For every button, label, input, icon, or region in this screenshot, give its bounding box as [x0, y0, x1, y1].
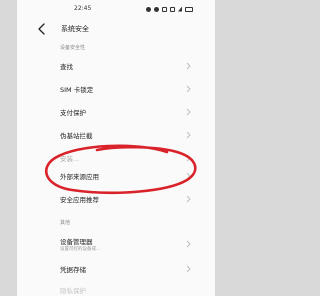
- row-safe-app-recommend-title: 安全应用推荐: [60, 196, 99, 204]
- page-title: 系统安全: [61, 25, 89, 33]
- row-sim-lock[interactable]: SIM 卡锁定: [17, 77, 215, 101]
- row-device-manager[interactable]: 设备管理器 设置可控的设备或...: [17, 231, 215, 257]
- back-arrow-icon[interactable]: [37, 23, 47, 35]
- row-device-manager-subtitle: 设置可控的设备或...: [60, 247, 101, 252]
- status-icons: [146, 6, 193, 12]
- settings-screen: 22:45 系统安全 设备安全性 查找 SIM 卡锁定 支付保护 伪基站拦截 安…: [17, 0, 215, 296]
- notification-icon: [146, 6, 151, 12]
- row-fake-base-station-title: 伪基站拦截: [60, 132, 93, 140]
- chevron-right-icon: [186, 154, 191, 162]
- section-label-device: 设备安全性: [60, 45, 86, 51]
- row-credential-storage[interactable]: 凭据存储: [17, 257, 215, 281]
- chevron-right-icon: [186, 85, 191, 93]
- row-find-title: 查找: [60, 63, 73, 71]
- row-safe-app-recommend[interactable]: 安全应用推荐: [17, 187, 215, 211]
- chevron-right-icon: [186, 240, 191, 248]
- section-label-other: 其他: [60, 220, 71, 226]
- row-external-source-apps-title: 外部来源应用: [60, 173, 99, 181]
- status-time: 22:45: [74, 5, 92, 12]
- chevron-right-icon: [186, 131, 191, 139]
- row-install-title: 安装...: [60, 155, 80, 163]
- page-header: 系统安全: [17, 20, 215, 38]
- row-payment-protection[interactable]: 支付保护: [17, 100, 215, 124]
- wifi-icon: [170, 6, 175, 12]
- row-device-manager-title: 设备管理器: [60, 238, 93, 246]
- row-external-source-apps[interactable]: 外部来源应用: [17, 164, 215, 188]
- chevron-right-icon: [186, 195, 191, 203]
- battery-icon: [185, 6, 193, 12]
- chevron-right-icon: [186, 108, 191, 116]
- row-find[interactable]: 查找: [17, 54, 215, 78]
- row-fake-base-station[interactable]: 伪基站拦截: [17, 123, 215, 147]
- alarm-icon: [154, 6, 159, 12]
- status-bar: 22:45: [17, 0, 215, 18]
- row-privacy[interactable]: 隐私保护: [17, 280, 215, 296]
- row-credential-storage-title: 凭据存储: [60, 266, 86, 274]
- row-privacy-title: 隐私保护: [60, 287, 86, 295]
- chevron-right-icon: [186, 265, 191, 273]
- row-sim-lock-title: SIM 卡锁定: [60, 86, 94, 94]
- chevron-right-icon: [186, 62, 191, 70]
- signal-icon: [178, 6, 182, 12]
- silent-icon: [162, 6, 167, 12]
- row-payment-protection-title: 支付保护: [60, 109, 86, 117]
- chevron-right-icon: [186, 172, 191, 180]
